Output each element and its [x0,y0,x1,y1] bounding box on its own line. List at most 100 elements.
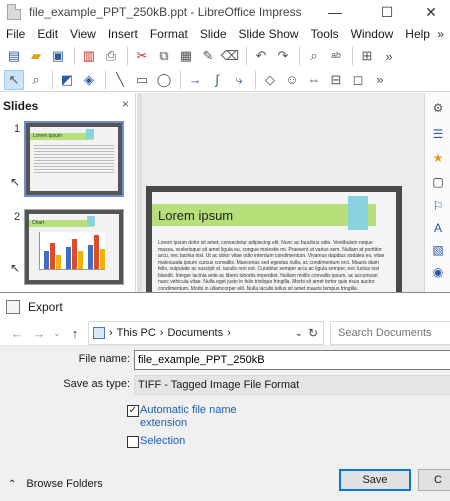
menu-format[interactable]: Format [144,27,194,41]
automatic-extension-label-line: Automatic file name [140,404,237,416]
save-icon[interactable]: ▣ [48,46,68,66]
recent-locations-dropdown-icon[interactable]: ⌄ [50,322,64,344]
mini-bar [100,249,105,269]
automatic-extension-checkbox[interactable]: ✓ [127,405,139,417]
slide-thumbnail-text [34,145,114,175]
line-color-icon[interactable]: ◩ [57,70,77,90]
dialog-title-bar: Export [6,297,63,317]
selection-label[interactable]: Selection [140,435,185,448]
address-bar[interactable]: › This PC › Documents › ⌄ ↻ [88,321,324,345]
up-folder-arrow-icon[interactable]: ↑ [64,322,86,344]
slides-pane-close-icon[interactable]: × [122,97,129,111]
breadcrumb-separator[interactable]: › [160,327,164,339]
sidebar-master-slides-icon[interactable]: ▢ [429,173,447,191]
menu-overflow-icon[interactable]: » [437,27,444,41]
clone-formatting-icon[interactable]: ✎ [198,46,218,66]
file-name-field[interactable] [134,350,450,370]
clear-formatting-icon[interactable]: ⌫ [220,46,240,66]
rectangle-icon[interactable]: ▭ [132,70,152,90]
save-as-type-select[interactable]: TIFF - Tagged Image File Format [134,375,450,395]
display-grid-icon[interactable]: ⊞ [357,46,377,66]
menu-file[interactable]: File [0,27,31,41]
redo-icon[interactable]: ↷ [273,46,293,66]
slide-body-text[interactable]: Lorem ipsum dolor sit amet, consectetur … [158,240,388,294]
flowchart-icon[interactable]: ⊟ [326,70,346,90]
paste-icon[interactable]: ▦ [176,46,196,66]
toolbar-overflow-icon[interactable]: » [370,70,390,90]
sidebar-navigator-icon[interactable]: ◉ [429,263,447,281]
mini-bar [56,255,61,269]
breadcrumb-separator[interactable]: › [227,327,231,339]
open-folder-icon[interactable]: ▰ [26,46,46,66]
breadcrumb-this-pc[interactable]: This PC [117,327,156,339]
sidebar-gallery-icon[interactable]: ▧ [429,241,447,259]
sidebar-slide-transition-icon[interactable]: ★ [429,149,447,167]
menu-help[interactable]: Help [399,27,436,41]
line-arrow-icon[interactable]: → [185,70,205,90]
block-arrows-icon[interactable]: ⇔ [304,70,324,90]
browse-folders-toggle[interactable]: ⌃ Browse Folders [8,478,103,490]
sidebar-styles-icon[interactable]: A [429,219,447,237]
dialog-options-pane: File name: Save as type: TIFF - Tagged I… [0,345,450,457]
zoom-icon[interactable]: ⌕ [26,70,46,90]
mini-bar [94,235,99,269]
select-arrow-icon[interactable]: ↖ [4,69,24,90]
breadcrumb-documents[interactable]: Documents [167,327,223,339]
callout-icon[interactable]: ◻ [348,70,368,90]
back-arrow-icon[interactable]: ← [6,322,28,344]
search-input[interactable] [330,321,450,345]
breadcrumb-separator[interactable]: › [109,327,113,339]
menu-tools[interactable]: Tools [305,27,345,41]
curve-icon[interactable]: ∫ [207,70,227,90]
address-dropdown-icon[interactable]: ⌄ [295,328,303,339]
undo-icon[interactable]: ↶ [251,46,271,66]
export-pdf-icon[interactable]: ▥ [79,46,99,66]
basic-shapes-icon[interactable]: ◇ [260,70,280,90]
copy-icon[interactable]: ⧉ [154,46,174,66]
current-slide[interactable]: Lorem ipsum Lorem ipsum dolor sit amet, … [146,186,402,296]
cancel-button[interactable]: C [418,469,450,491]
chevron-up-icon: ⌃ [8,478,17,490]
dialog-footer: ⌃ Browse Folders Save C [0,457,450,501]
spelling-icon[interactable]: ᵃᵇ [326,46,346,66]
toolbar-overflow-icon[interactable]: » [379,46,399,66]
slide-heading[interactable]: Lorem ipsum [158,208,233,223]
minimize-button[interactable]: — [312,0,358,24]
menu-slide[interactable]: Slide [194,27,233,41]
sidebar-properties-icon[interactable]: ☰ [429,125,447,143]
find-replace-icon[interactable]: ⌕ [304,46,324,66]
sidebar-animation-icon[interactable]: ⚐ [429,197,447,215]
cut-icon[interactable]: ✂ [132,46,152,66]
connector-icon[interactable]: ⤷ [229,70,249,90]
maximize-button[interactable]: ☐ [364,0,410,24]
slide-thumbnail-2[interactable]: Chart [24,209,124,285]
slide-thumbnail-heading: Lorem ipsum [30,133,94,140]
export-dialog: Export ← → ⌄ ↑ › This PC › Documents › ⌄… [0,292,450,501]
menu-insert[interactable]: Insert [102,27,144,41]
refresh-icon[interactable]: ↻ [305,326,321,340]
slide-thumbnail-accent [86,129,95,139]
close-button[interactable]: ✕ [412,0,450,24]
symbol-shapes-icon[interactable]: ☺ [282,70,302,90]
forward-arrow-icon[interactable]: → [28,322,50,344]
fill-color-icon[interactable]: ◈ [79,70,99,90]
sidebar-settings-icon[interactable]: ⚙ [429,99,447,117]
print-icon[interactable]: ⎙ [101,46,121,66]
line-tool-icon[interactable]: ╲ [110,70,130,90]
this-pc-icon [93,327,105,339]
menu-view[interactable]: View [64,27,102,41]
menu-bar: File Edit View Insert Format Slide Slide… [0,24,450,44]
menu-slide-show[interactable]: Slide Show [233,27,305,41]
selection-checkbox[interactable] [127,436,139,448]
menu-edit[interactable]: Edit [31,27,64,41]
slide-thumbnail-1[interactable]: Lorem ipsum [24,121,124,197]
slide-thumbnail-heading: Chart [29,220,94,227]
save-button[interactable]: Save [339,469,411,491]
automatic-extension-label[interactable]: Automatic file name extension [140,404,237,430]
dialog-window-icon [6,300,20,314]
menu-window[interactable]: Window [345,27,400,41]
ellipse-icon[interactable]: ◯ [154,70,174,90]
new-document-icon[interactable]: ▤ [4,46,24,66]
slide-number: 1 [14,123,21,135]
slide-thumbnail-page: Chart [29,214,119,280]
